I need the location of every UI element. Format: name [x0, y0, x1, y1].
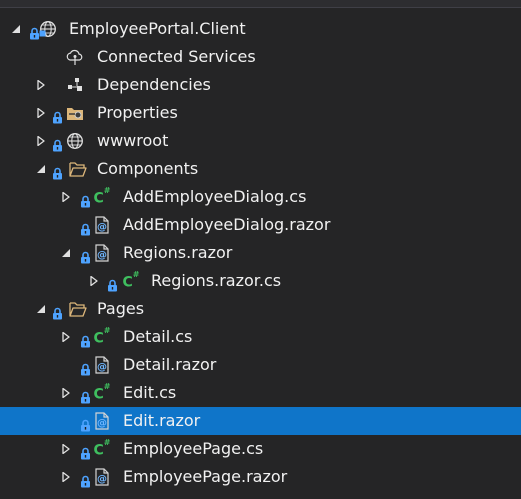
tree-item-label: AddEmployeeDialog.cs: [123, 187, 307, 206]
web-project-icon: [38, 20, 58, 38]
collapse-arrow-icon[interactable]: [58, 183, 74, 211]
expand-arrow-icon[interactable]: [58, 239, 74, 267]
expand-arrow-icon[interactable]: [8, 15, 24, 43]
tree-item-label: Detail.cs: [123, 327, 193, 346]
lock-icon: [52, 165, 63, 180]
tree-item-label: Regions.razor.cs: [151, 271, 282, 290]
tree-item-label: EmployeePortal.Client: [69, 19, 246, 38]
csharp-file-icon: C#: [93, 326, 111, 347]
svg-text:@: @: [97, 250, 107, 261]
tree-item[interactable]: Components: [0, 155, 521, 183]
razor-file-icon: @: [92, 216, 112, 234]
tree-item-label: wwwroot: [97, 131, 169, 150]
lock-icon: [80, 333, 91, 348]
tree-item[interactable]: C# EmployeePage.cs: [0, 435, 521, 463]
tree-item[interactable]: Pages: [0, 295, 521, 323]
lock-icon: [52, 137, 63, 152]
collapse-arrow-icon[interactable]: [33, 99, 49, 127]
tree-item[interactable]: @ Regions.razor: [0, 239, 521, 267]
tree-item-label: Edit.cs: [123, 383, 177, 402]
collapse-arrow-icon[interactable]: [58, 435, 74, 463]
tree-item-label: Edit.razor: [123, 411, 201, 430]
collapse-arrow-icon[interactable]: [86, 267, 102, 295]
lock-icon: [80, 193, 91, 208]
lock-icon: [52, 305, 63, 320]
svg-text:@: @: [97, 418, 107, 429]
csharp-file-icon: C#: [122, 270, 140, 291]
svg-text:@: @: [97, 222, 107, 233]
expand-arrow-icon[interactable]: [33, 155, 49, 183]
folder-open-icon: [68, 160, 88, 178]
tree-item[interactable]: C# Detail.cs: [0, 323, 521, 351]
lock-icon: [80, 473, 91, 488]
csharp-file-icon: C#: [93, 438, 111, 459]
tree-item[interactable]: Properties: [0, 99, 521, 127]
tree-item[interactable]: Dependencies: [0, 71, 521, 99]
tree-item-label: AddEmployeeDialog.razor: [123, 215, 331, 234]
tree-item[interactable]: @ AddEmployeeDialog.razor: [0, 211, 521, 239]
collapse-arrow-icon[interactable]: [33, 71, 49, 99]
razor-file-icon: @: [92, 244, 112, 262]
tree-item-label: EmployeePage.cs: [123, 439, 264, 458]
connected-services-icon: [65, 48, 85, 66]
tree-item-label: EmployeePage.razor: [123, 467, 288, 486]
tree-item[interactable]: C# AddEmployeeDialog.cs: [0, 183, 521, 211]
tree-item-label: Detail.razor: [123, 355, 217, 374]
tree-item[interactable]: Connected Services: [0, 43, 521, 71]
razor-file-icon: @: [92, 412, 112, 430]
tree-item[interactable]: C# Regions.razor.cs: [0, 267, 521, 295]
collapse-arrow-icon[interactable]: [58, 379, 74, 407]
tree-item-label: Regions.razor: [123, 243, 233, 262]
lock-icon: [80, 445, 91, 460]
tree-item[interactable]: wwwroot: [0, 127, 521, 155]
tree-item-label: Pages: [97, 299, 145, 318]
tree-item[interactable]: @ EmployeePage.razor: [0, 463, 521, 491]
razor-file-icon: @: [92, 468, 112, 486]
lock-icon: [80, 361, 91, 376]
csharp-file-icon: C#: [93, 382, 111, 403]
lock-icon: [80, 221, 91, 236]
tree-item-label: Connected Services: [97, 47, 256, 66]
collapse-arrow-icon[interactable]: [33, 127, 49, 155]
tree-item-label: Components: [97, 159, 199, 178]
expand-arrow-icon[interactable]: [33, 295, 49, 323]
razor-file-icon: @: [92, 356, 112, 374]
properties-folder-icon: [65, 104, 85, 122]
dependencies-icon: [65, 76, 85, 94]
tree-item[interactable]: @ Detail.razor: [0, 351, 521, 379]
tree-item-selected[interactable]: @ Edit.razor: [0, 407, 521, 435]
solution-explorer-tree: EmployeePortal.Client Connected Services D…: [0, 0, 521, 499]
csharp-file-icon: C#: [93, 186, 111, 207]
svg-text:@: @: [97, 474, 107, 485]
tree-item[interactable]: C# Edit.cs: [0, 379, 521, 407]
lock-icon: [80, 417, 91, 432]
tree-item[interactable]: EmployeePortal.Client: [0, 15, 521, 43]
collapse-arrow-icon[interactable]: [58, 323, 74, 351]
tree-item-label: Dependencies: [97, 75, 211, 94]
header-strip: [0, 0, 521, 8]
tree-item-label: Properties: [97, 103, 178, 122]
svg-text:@: @: [97, 362, 107, 373]
lock-icon: [80, 389, 91, 404]
globe-icon: [65, 132, 85, 150]
lock-icon: [107, 277, 118, 292]
lock-icon: [52, 109, 63, 124]
lock-icon: [80, 249, 91, 264]
folder-open-icon: [68, 300, 88, 318]
collapse-arrow-icon[interactable]: [58, 463, 74, 491]
